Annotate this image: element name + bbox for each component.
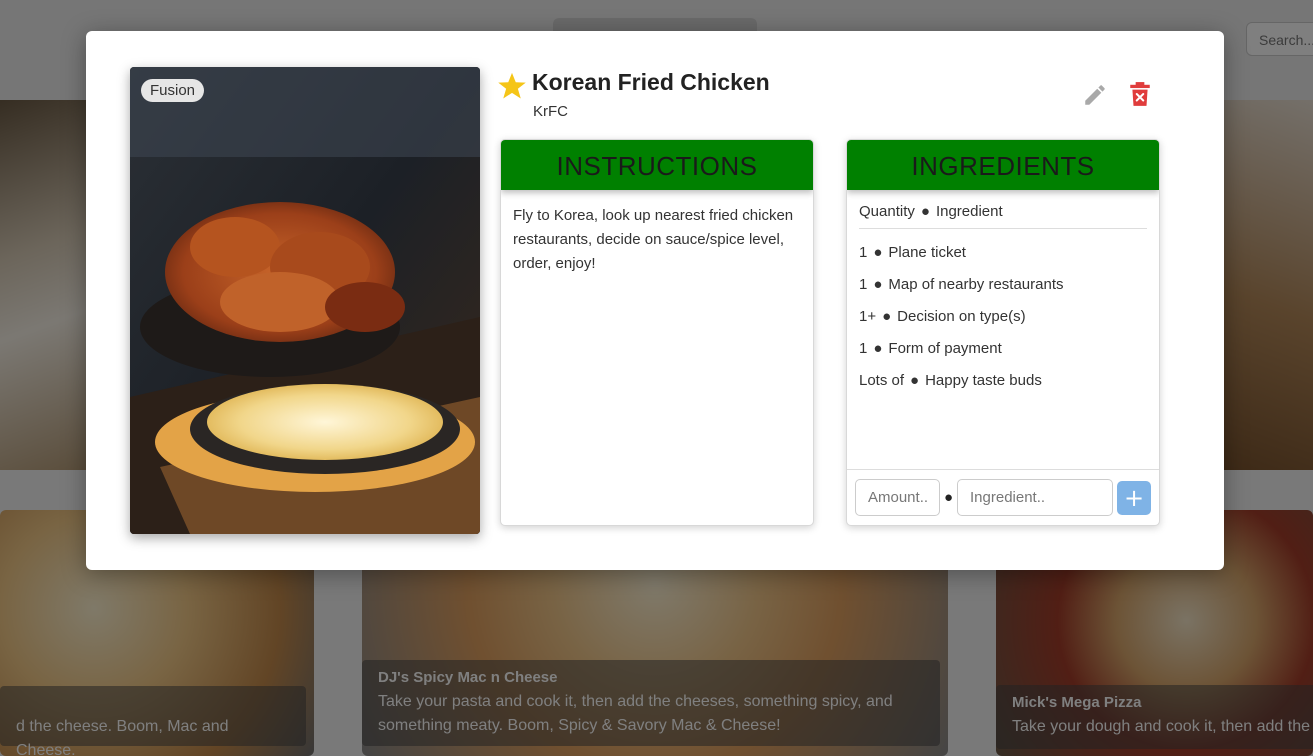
recipe-subtitle: KrFC — [533, 103, 568, 120]
ingredient-name: Plane ticket — [888, 244, 966, 261]
recipe-modal: Fusion Korean Fried Chicken KrFC INSTRUC… — [86, 31, 1224, 570]
bullet-separator: ● — [873, 340, 883, 357]
ingredient-row: Lots of ● Happy taste buds — [859, 365, 1147, 397]
ingredient-name: Form of payment — [888, 340, 1002, 357]
category-tag: Fusion — [141, 79, 205, 102]
instructions-header: INSTRUCTIONS — [501, 140, 813, 190]
ingredient-quantity: Lots of — [859, 372, 905, 389]
ingredient-name: Happy taste buds — [925, 372, 1042, 389]
quantity-column-label: Quantity — [859, 203, 915, 220]
instructions-panel: INSTRUCTIONS Fly to Korea, look up neare… — [500, 139, 814, 526]
ingredient-quantity: 1 — [859, 340, 868, 357]
ingredients-panel: INGREDIENTS Quantity ● Ingredient 1 ● Plane … — [846, 139, 1160, 526]
ingredients-list: 1 ● Plane ticket 1 ● Map of nearby restauran… — [847, 229, 1159, 397]
bullet-separator: ● — [910, 372, 920, 389]
ingredient-row: 1 ● Map of nearby restaurants — [859, 269, 1147, 301]
ingredient-row: 1 ● Form of payment — [859, 333, 1147, 365]
ingredients-column-header: Quantity ● Ingredient — [859, 190, 1147, 229]
instructions-text: Fly to Korea, look up nearest fried chic… — [513, 207, 794, 272]
ingredient-row: 1+ ● Decision on type(s) — [859, 301, 1147, 333]
pencil-icon[interactable] — [1082, 82, 1108, 108]
ingredient-quantity: 1 — [859, 244, 868, 261]
bullet-separator: ● — [943, 489, 954, 506]
ingredient-row: 1 ● Plane ticket — [859, 237, 1147, 269]
ingredient-name: Decision on type(s) — [897, 308, 1026, 325]
ingredient-quantity: 1 — [859, 276, 868, 293]
bullet-separator: ● — [882, 308, 892, 325]
add-ingredient-button[interactable]: + — [1117, 480, 1151, 515]
trash-icon[interactable] — [1129, 81, 1151, 107]
recipe-photo — [130, 67, 480, 534]
ingredients-header: INGREDIENTS — [847, 140, 1159, 190]
amount-input[interactable] — [855, 479, 940, 516]
add-ingredient-form: ● + — [847, 469, 1159, 525]
recipe-title: Korean Fried Chicken — [532, 69, 770, 95]
ingredient-name: Map of nearby restaurants — [888, 276, 1064, 293]
bullet-separator: ● — [873, 276, 883, 293]
ingredient-input[interactable] — [957, 479, 1113, 516]
ingredient-column-label: Ingredient — [935, 203, 1003, 220]
recipe-image: Fusion — [130, 67, 480, 534]
ingredient-quantity: 1+ — [859, 308, 877, 325]
star-icon[interactable] — [497, 71, 527, 101]
bullet-separator: ● — [920, 203, 930, 220]
bullet-separator: ● — [873, 244, 883, 261]
